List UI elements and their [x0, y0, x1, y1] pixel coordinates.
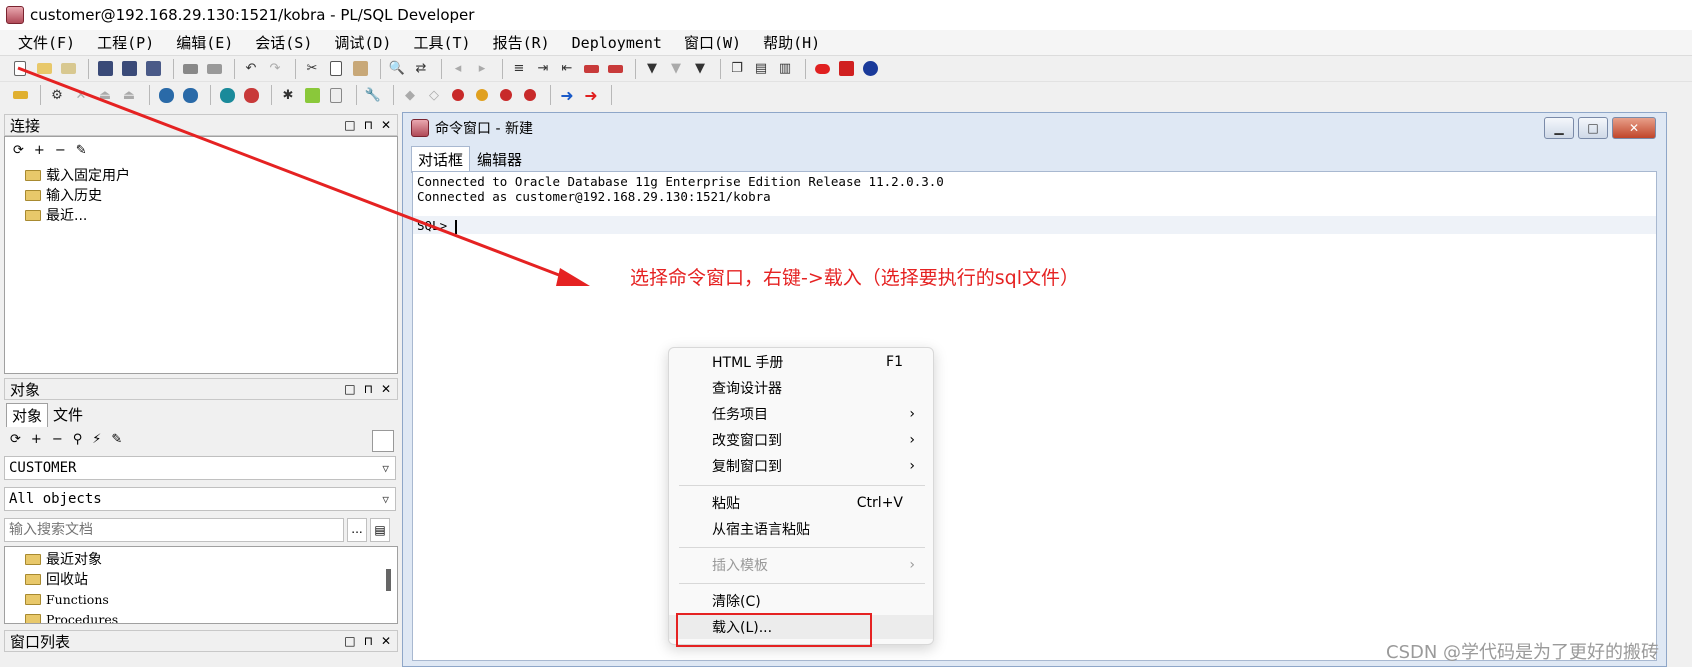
menu-separator — [679, 485, 925, 486]
menu-item-insert-template: 插入模板 › — [712, 557, 915, 574]
chevron-right-icon: › — [909, 557, 915, 573]
arrow-head — [556, 268, 590, 286]
context-menu: HTML 手册 F1 查询设计器 任务项目 › 改变窗口到 › 复制窗口到 › 粘贴 Ct… — [668, 347, 934, 645]
menu-item-query-designer[interactable]: 查询设计器 — [669, 376, 933, 400]
arrow-line — [17, 66, 573, 282]
menu-item-change-window[interactable]: 改变窗口到 › — [669, 428, 933, 452]
menu-item-paste-host-language[interactable]: 从宿主语言粘贴 — [669, 517, 933, 541]
menu-item-html-manual[interactable]: HTML 手册 F1 — [669, 350, 933, 374]
menu-separator — [679, 583, 925, 584]
chevron-right-icon: › — [909, 458, 915, 474]
menu-item-clear[interactable]: 清除(C) — [669, 589, 933, 613]
annotation-text: 选择命令窗口，右键->载入（选择要执行的sql文件） — [630, 267, 1080, 289]
chevron-right-icon: › — [909, 432, 915, 448]
menu-item-paste[interactable]: 粘贴 Ctrl+V — [669, 491, 933, 515]
menu-item-task-items[interactable]: 任务项目 › — [669, 402, 933, 426]
chevron-right-icon: › — [909, 406, 915, 422]
highlight-box — [676, 613, 872, 647]
menu-item-copy-window[interactable]: 复制窗口到 › — [669, 454, 933, 478]
watermark: CSDN @学代码是为了更好的搬砖 — [1386, 642, 1660, 663]
menu-separator — [679, 547, 925, 548]
